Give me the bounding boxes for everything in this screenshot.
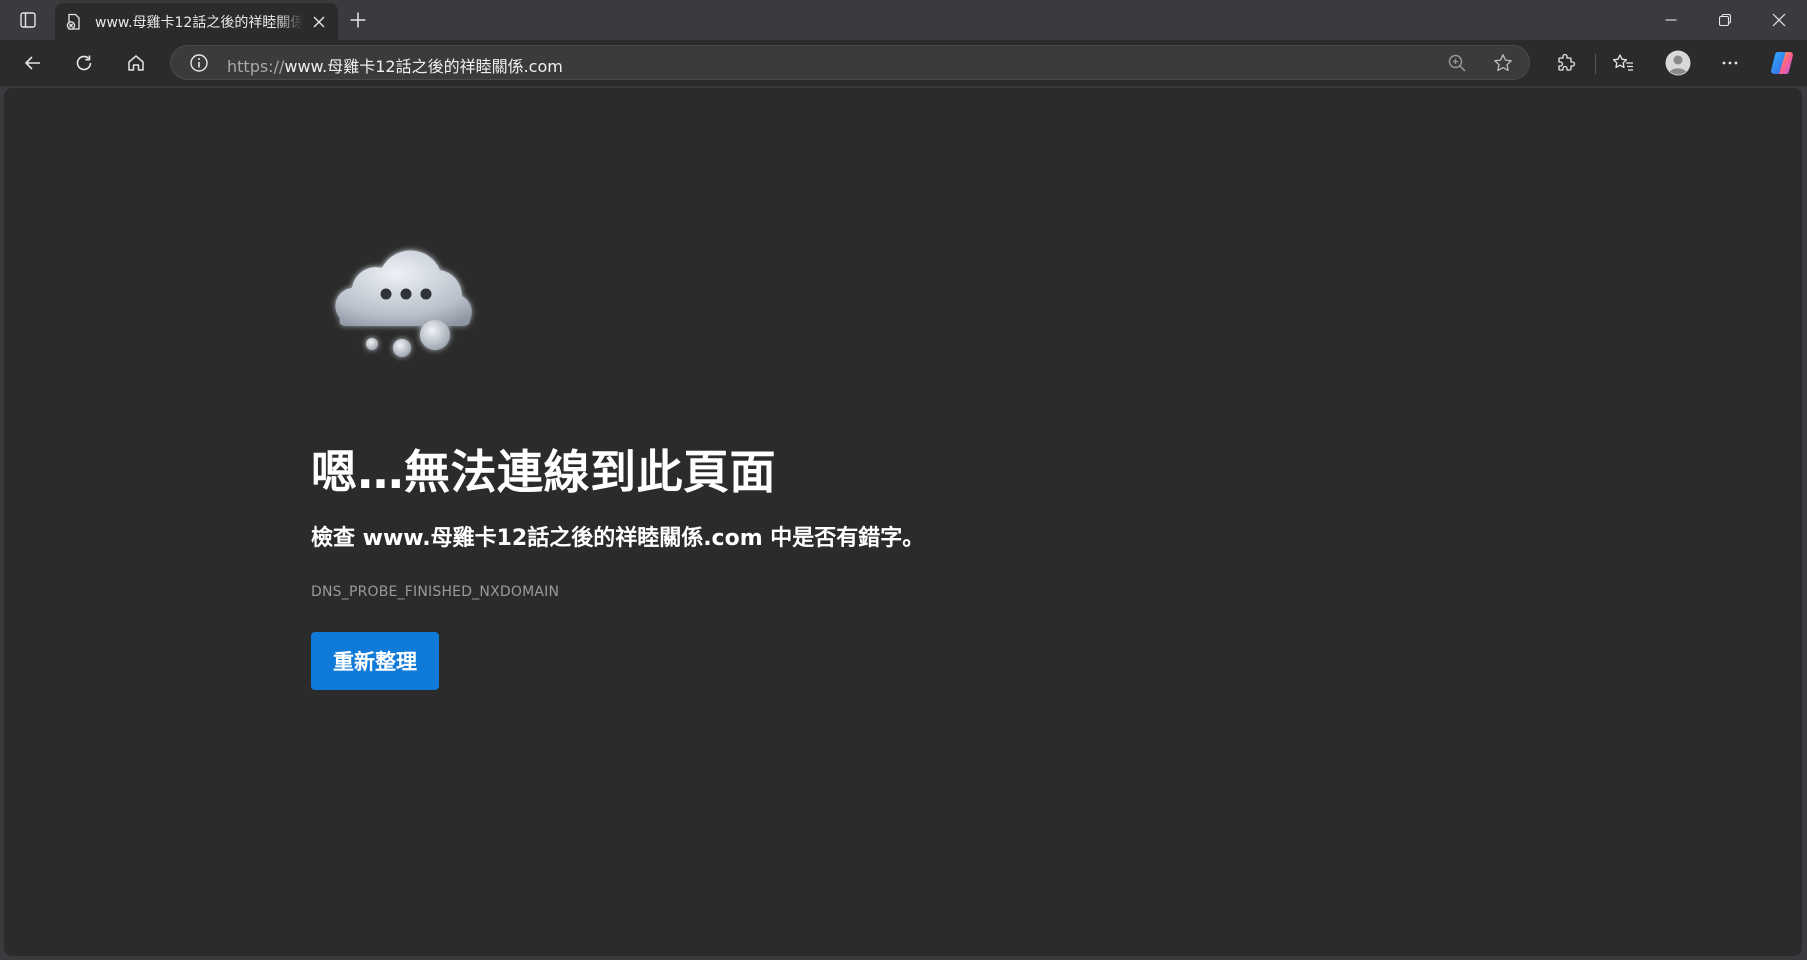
page-error-icon — [65, 13, 83, 31]
info-icon[interactable] — [189, 53, 209, 73]
cloud-illustration — [322, 240, 482, 370]
error-description: 檢查 www.母雞卡12話之後的祥睦關係.com 中是否有錯字。 — [311, 526, 925, 551]
browser-window: www.母雞卡12話之後的祥睦關係.com — [0, 0, 1807, 960]
copilot-icon[interactable] — [1764, 45, 1800, 81]
minimize-icon[interactable] — [1644, 0, 1698, 40]
plus-icon[interactable] — [344, 6, 372, 34]
url-text[interactable]: https://www.母雞卡12話之後的祥睦關係.com — [227, 53, 563, 77]
address-bar[interactable]: https://www.母雞卡12話之後的祥睦關係.com — [170, 45, 1530, 80]
restore-icon[interactable] — [1698, 0, 1752, 40]
navigation-toolbar: https://www.母雞卡12話之後的祥睦關係.com — [0, 40, 1807, 86]
error-title: 嗯…無法連線到此頁面 — [311, 445, 776, 499]
tab-title: www.母雞卡12話之後的祥睦關係.com — [95, 14, 303, 31]
close-window-icon[interactable] — [1752, 0, 1806, 40]
toolbar-divider — [1595, 54, 1596, 74]
refresh-button[interactable]: 重新整理 — [311, 632, 439, 690]
avatar[interactable] — [1660, 45, 1696, 81]
tab-actions-icon[interactable] — [10, 6, 46, 34]
puzzle-icon[interactable] — [1548, 45, 1584, 81]
tab-strip: www.母雞卡12話之後的祥睦關係.com — [0, 0, 1807, 40]
close-icon[interactable] — [307, 10, 331, 34]
back-arrow-icon[interactable] — [15, 45, 51, 81]
url-scheme: https:// — [227, 57, 285, 76]
more-icon[interactable] — [1712, 45, 1748, 81]
favorites-list-icon[interactable] — [1605, 45, 1641, 81]
tab-active[interactable]: www.母雞卡12話之後的祥睦關係.com — [55, 3, 338, 40]
url-host: www.母雞卡12話之後的祥睦關係.com — [284, 57, 563, 76]
home-icon[interactable] — [118, 45, 154, 81]
star-icon[interactable] — [1489, 50, 1517, 76]
zoom-icon[interactable] — [1443, 50, 1471, 76]
refresh-icon[interactable] — [66, 45, 102, 81]
error-code: DNS_PROBE_FINISHED_NXDOMAIN — [311, 584, 560, 600]
